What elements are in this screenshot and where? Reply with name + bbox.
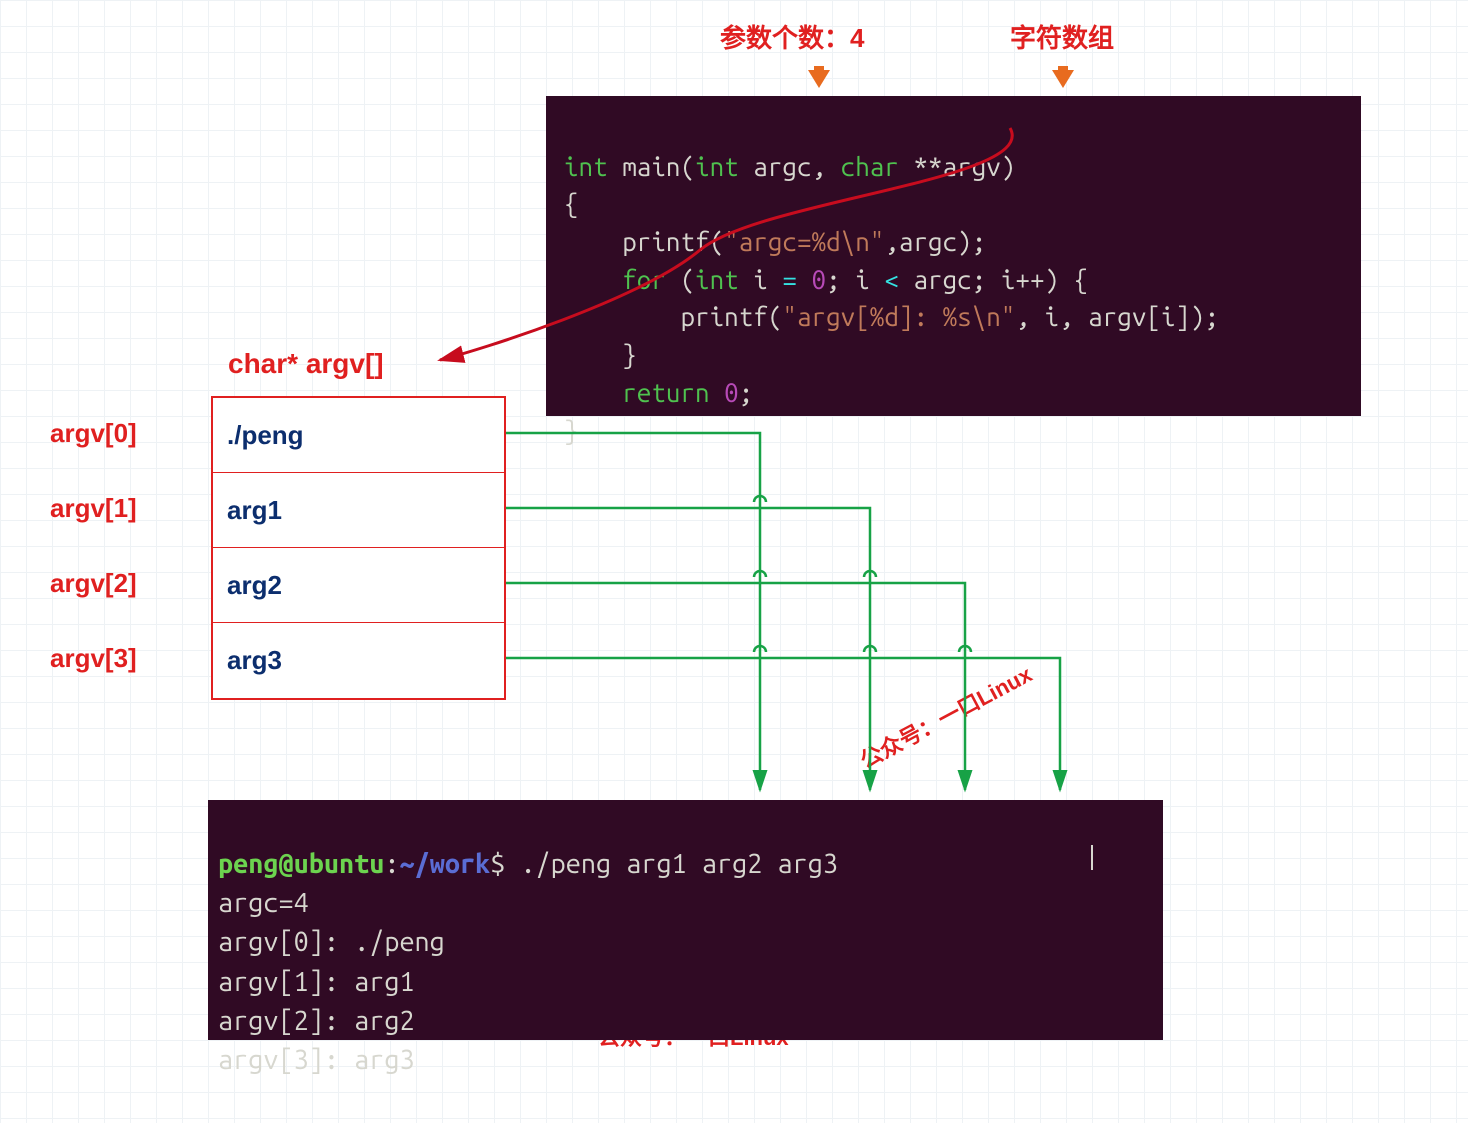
code-token: argc, (739, 152, 841, 181)
code-token: int (564, 152, 608, 181)
code-token: for (564, 265, 666, 294)
code-token: int (695, 265, 739, 294)
code-block: int main(int argc, char **argv) { printf… (546, 96, 1361, 416)
code-token: "argc=%d\n" (724, 227, 884, 256)
code-token: main( (608, 152, 695, 181)
code-token: char (841, 152, 899, 181)
argv-index-label: argv[2] (50, 568, 137, 599)
terminal-user: peng@ubuntu (218, 849, 384, 879)
code-token: ; i (826, 265, 884, 294)
argv-array-label: 字符数组 (1010, 18, 1114, 55)
code-token: 0 (812, 265, 827, 294)
argv-index-label: argv[3] (50, 643, 137, 674)
code-token: { (564, 189, 579, 218)
terminal-sep: : (384, 849, 399, 879)
code-token: ( (666, 265, 695, 294)
code-token: ; (739, 378, 754, 407)
terminal-path: ~/work (399, 849, 490, 879)
code-token: , i, argv[i]); (1015, 302, 1219, 331)
arrow-down-icon (1052, 70, 1074, 88)
argc-count-label: 参数个数：4 (720, 18, 864, 55)
terminal-output: argc=4 (218, 888, 309, 918)
argv-index-label: argv[0] (50, 418, 137, 449)
arrow-down-icon (808, 70, 830, 88)
code-token (797, 265, 812, 294)
argv-cell: arg2 (213, 548, 504, 623)
terminal-block: peng@ubuntu:~/work$ ./peng arg1 arg2 arg… (208, 800, 1163, 1040)
argv-cell: ./peng (213, 398, 504, 473)
code-token: = (782, 265, 797, 294)
argv-table: ./peng arg1 arg2 arg3 (211, 396, 506, 700)
code-token: i (739, 265, 783, 294)
code-token: printf( (564, 227, 724, 256)
terminal-cmd: ./peng arg1 arg2 arg3 (520, 849, 838, 879)
code-token: **argv) (899, 152, 1015, 181)
terminal-output: argv[2]: arg2 (218, 1006, 415, 1036)
code-token: int (695, 152, 739, 181)
code-token: < (884, 265, 899, 294)
terminal-dollar: $ (490, 849, 520, 879)
code-token: ,argc); (884, 227, 986, 256)
terminal-output: argv[0]: ./peng (218, 927, 445, 957)
code-token: } (564, 340, 637, 369)
code-token: printf( (564, 302, 782, 331)
char-argv-label: char* argv[] (228, 348, 384, 380)
code-token (710, 378, 725, 407)
code-token: argc; i++) { (899, 265, 1088, 294)
argv-index-label: argv[1] (50, 493, 137, 524)
terminal-output: argv[3]: arg3 (218, 1045, 415, 1075)
code-token: } (564, 416, 579, 445)
argv-cell: arg1 (213, 473, 504, 548)
argv-cell: arg3 (213, 623, 504, 698)
code-token: return (564, 378, 710, 407)
terminal-output: argv[1]: arg1 (218, 967, 415, 997)
code-token: "argv[%d]: %s\n" (782, 302, 1015, 331)
code-token: 0 (724, 378, 739, 407)
